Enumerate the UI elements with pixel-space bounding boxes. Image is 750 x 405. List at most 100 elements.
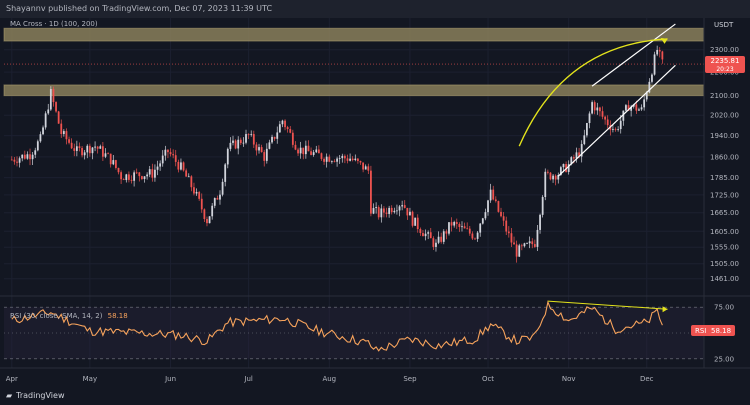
price-badge-value: 2235.81: [711, 57, 740, 65]
channel-line: [557, 64, 676, 177]
candle-body: [338, 158, 341, 159]
candle-body: [174, 155, 177, 162]
date-tick-label: Aug: [322, 375, 336, 383]
candle-body: [593, 102, 596, 111]
candle-body: [247, 134, 250, 135]
candle-body: [330, 161, 333, 163]
candle-body: [468, 228, 471, 234]
candle-body: [55, 102, 57, 112]
indicator-label: MA Cross · 1D (100, 200): [10, 20, 98, 28]
rsi-badge-value: 58.18: [711, 327, 731, 335]
tradingview-logo-icon[interactable]: ▰: [6, 386, 12, 405]
candle-body: [448, 222, 450, 234]
candle-body: [416, 217, 419, 230]
candle-body: [479, 223, 482, 233]
candle-body: [435, 242, 437, 247]
candle-body: [440, 236, 443, 242]
candle-body: [83, 152, 86, 156]
candle-body: [461, 226, 463, 228]
candle-body: [599, 107, 601, 112]
candle-body: [437, 236, 440, 243]
candle-body: [219, 194, 221, 200]
candle-body: [497, 201, 500, 212]
price-tick-label: 2100.00: [710, 92, 739, 100]
date-tick-label: Apr: [6, 375, 18, 383]
date-tick-label: Dec: [640, 375, 654, 383]
candle-body: [549, 172, 552, 180]
candle-body: [255, 144, 258, 151]
candle-body: [16, 161, 18, 163]
candle-body: [187, 176, 190, 178]
candle-body: [458, 223, 461, 227]
candle-body: [312, 152, 315, 155]
candle-body: [211, 205, 214, 217]
rsi-tick-label: 75.00: [714, 304, 734, 312]
footer: ▰ TradingView: [0, 386, 750, 405]
candle-body: [213, 198, 216, 206]
candle-body: [73, 148, 76, 151]
candle-body: [471, 233, 474, 239]
candle-body: [60, 123, 63, 135]
price-chart[interactable]: 2300.002200.002100.002020.001940.001860.…: [0, 0, 750, 405]
candle-body: [281, 120, 284, 125]
candle-body: [169, 152, 172, 155]
candle-body: [159, 163, 162, 167]
candle-body: [70, 142, 73, 149]
date-tick-label: Oct: [482, 375, 494, 383]
candle-body: [120, 172, 123, 180]
candle-body: [232, 140, 234, 143]
candle-body: [78, 146, 81, 148]
candle-body: [484, 212, 487, 219]
candle-body: [250, 134, 253, 135]
rsi-label-text: RSI (30, close, SMA, 14, 2): [10, 312, 103, 320]
price-tick-label: 1461.00: [710, 275, 739, 283]
candle-body: [294, 144, 297, 150]
candle-body: [424, 233, 427, 237]
candle-body: [310, 151, 312, 155]
candle-body: [101, 146, 104, 157]
candle-body: [291, 132, 294, 145]
candle-body: [208, 216, 211, 224]
candle-body: [588, 113, 591, 124]
candle-body: [143, 176, 146, 180]
candle-body: [172, 154, 175, 156]
price-badge: 2235.81 20:23: [705, 56, 745, 74]
candle-body: [47, 109, 50, 114]
candle-body: [325, 156, 328, 162]
candle-body: [505, 220, 508, 232]
candle-body: [455, 221, 458, 224]
candle-body: [315, 149, 318, 153]
candle-body: [122, 179, 125, 181]
candle-body: [367, 166, 370, 171]
candle-body: [492, 189, 495, 200]
candle-body: [536, 229, 539, 247]
candle-body: [414, 217, 417, 226]
candle-body: [138, 172, 141, 177]
candle-body: [596, 107, 599, 111]
candle-body: [114, 160, 117, 168]
candle-body: [533, 244, 536, 247]
candle-body: [278, 124, 281, 133]
candle-body: [658, 50, 661, 52]
candle-body: [185, 170, 188, 177]
candle-body: [346, 158, 349, 161]
candle-body: [39, 134, 42, 142]
candle-body: [200, 198, 203, 210]
candle-body: [167, 149, 169, 153]
candle-body: [21, 154, 24, 159]
date-tick-label: Sep: [403, 375, 417, 383]
candle-body: [31, 154, 34, 160]
candle-body: [606, 119, 609, 126]
candle-body: [36, 141, 39, 151]
candle-body: [42, 127, 44, 135]
candle-body: [539, 214, 541, 230]
candle-body: [476, 232, 479, 239]
price-tick-label: 1940.00: [710, 132, 739, 140]
candle-body: [320, 153, 323, 159]
supply-zones: [3, 27, 705, 97]
candle-body: [206, 219, 208, 224]
candle-body: [388, 207, 391, 214]
candle-body: [109, 153, 112, 165]
candle-body: [463, 226, 466, 229]
candle-body: [640, 107, 643, 110]
